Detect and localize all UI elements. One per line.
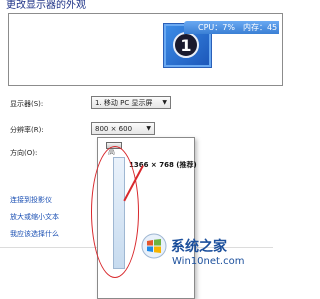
chevron-down-icon: ▼: [162, 99, 167, 106]
page-title: 更改显示器的外观: [6, 0, 86, 11]
watermark-name: 系统之家: [171, 239, 227, 255]
monitor-number-badge: 1: [173, 32, 199, 58]
highlight-annotation: [91, 146, 139, 278]
cpu-usage: CPU：7%: [198, 23, 235, 32]
chevron-down-icon: ▼: [146, 125, 151, 132]
display-select[interactable]: 1. 移动 PC 显示屏 ▼: [91, 96, 171, 109]
resolution-select[interactable]: 800 × 600 ▼: [91, 122, 155, 135]
link-text-size[interactable]: 放大或缩小文本: [10, 212, 59, 222]
system-monitor-bar: CPU：7% 内存：45: [184, 21, 279, 34]
resolution-select-value: 800 × 600: [95, 124, 133, 133]
windows-logo-icon: [141, 233, 167, 259]
watermark-url: Win10net.com: [172, 256, 245, 267]
orientation-label: 方向(O):: [10, 149, 38, 157]
display-label: 显示器(S):: [10, 100, 44, 108]
display-select-value: 1. 移动 PC 显示屏: [95, 98, 153, 107]
link-connect-projector[interactable]: 连接到投影仪: [10, 195, 52, 205]
resolution-label: 分辨率(R):: [10, 126, 44, 134]
link-help[interactable]: 我应该选择什么: [10, 229, 59, 239]
memory-usage: 内存：45: [242, 23, 278, 32]
